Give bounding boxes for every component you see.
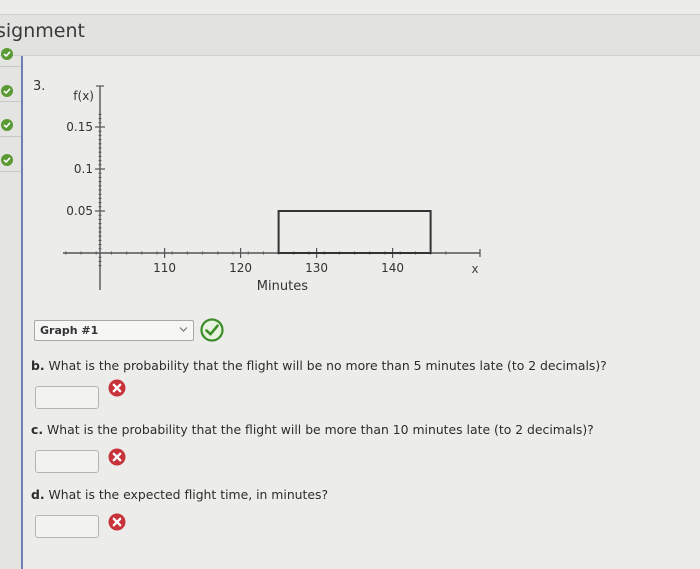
question-part-c: c. What is the probability that the flig… — [31, 422, 594, 437]
density-rectangle — [277, 210, 432, 254]
part-text: What is the probability that the flight … — [44, 358, 607, 373]
x-tick-label: 110 — [153, 261, 176, 275]
x-tick-label: 130 — [305, 261, 328, 275]
incorrect-x-icon — [108, 448, 126, 466]
answer-input-c[interactable] — [35, 450, 99, 473]
question-number: 3. — [33, 79, 46, 94]
part-text: What is the probability that the flight … — [43, 422, 594, 437]
x-variable-label: x — [471, 262, 478, 276]
x-axis-title: Minutes — [257, 279, 308, 294]
x-tick-label: 140 — [381, 261, 404, 275]
uniform-density-chart: 0.05 0.1 0.15 110 120 130 140 f(x) x Minutes — [63, 85, 481, 294]
question-part-b: b. What is the probability that the flig… — [31, 358, 607, 373]
graph-select-value: Graph #1 — [40, 324, 99, 337]
part-letter: c. — [31, 422, 44, 437]
graph-select-dropdown[interactable]: Graph #1 — [34, 320, 194, 341]
sidebar-item-2[interactable] — [0, 67, 21, 102]
sidebar-item-4[interactable] — [0, 137, 21, 172]
part-letter: d. — [31, 487, 45, 502]
page-title: signment — [0, 20, 85, 42]
check-circle-icon — [1, 85, 13, 97]
part-letter: b. — [31, 358, 45, 373]
check-circle-icon — [1, 154, 13, 166]
question-sidebar — [0, 48, 23, 569]
sidebar-item-1[interactable] — [0, 48, 21, 67]
check-circle-icon — [1, 119, 13, 131]
question-part-d: d. What is the expected flight time, in … — [31, 487, 328, 502]
incorrect-x-icon — [108, 379, 126, 397]
y-tick-label: 0.05 — [66, 204, 93, 218]
part-text: What is the expected flight time, in min… — [44, 487, 329, 502]
incorrect-x-icon — [108, 513, 126, 531]
sidebar-item-3[interactable] — [0, 102, 21, 137]
top-bar — [0, 0, 700, 15]
y-tick-label: 0.1 — [74, 162, 93, 176]
chevron-down-icon — [179, 327, 188, 332]
answer-input-b[interactable] — [35, 386, 99, 409]
check-circle-icon — [1, 48, 13, 60]
page-header: signment — [0, 15, 700, 56]
y-tick-label: 0.15 — [66, 120, 93, 134]
x-tick-label: 120 — [229, 261, 252, 275]
correct-check-icon — [200, 318, 224, 342]
answer-input-d[interactable] — [35, 515, 99, 538]
y-axis-label: f(x) — [73, 89, 94, 103]
